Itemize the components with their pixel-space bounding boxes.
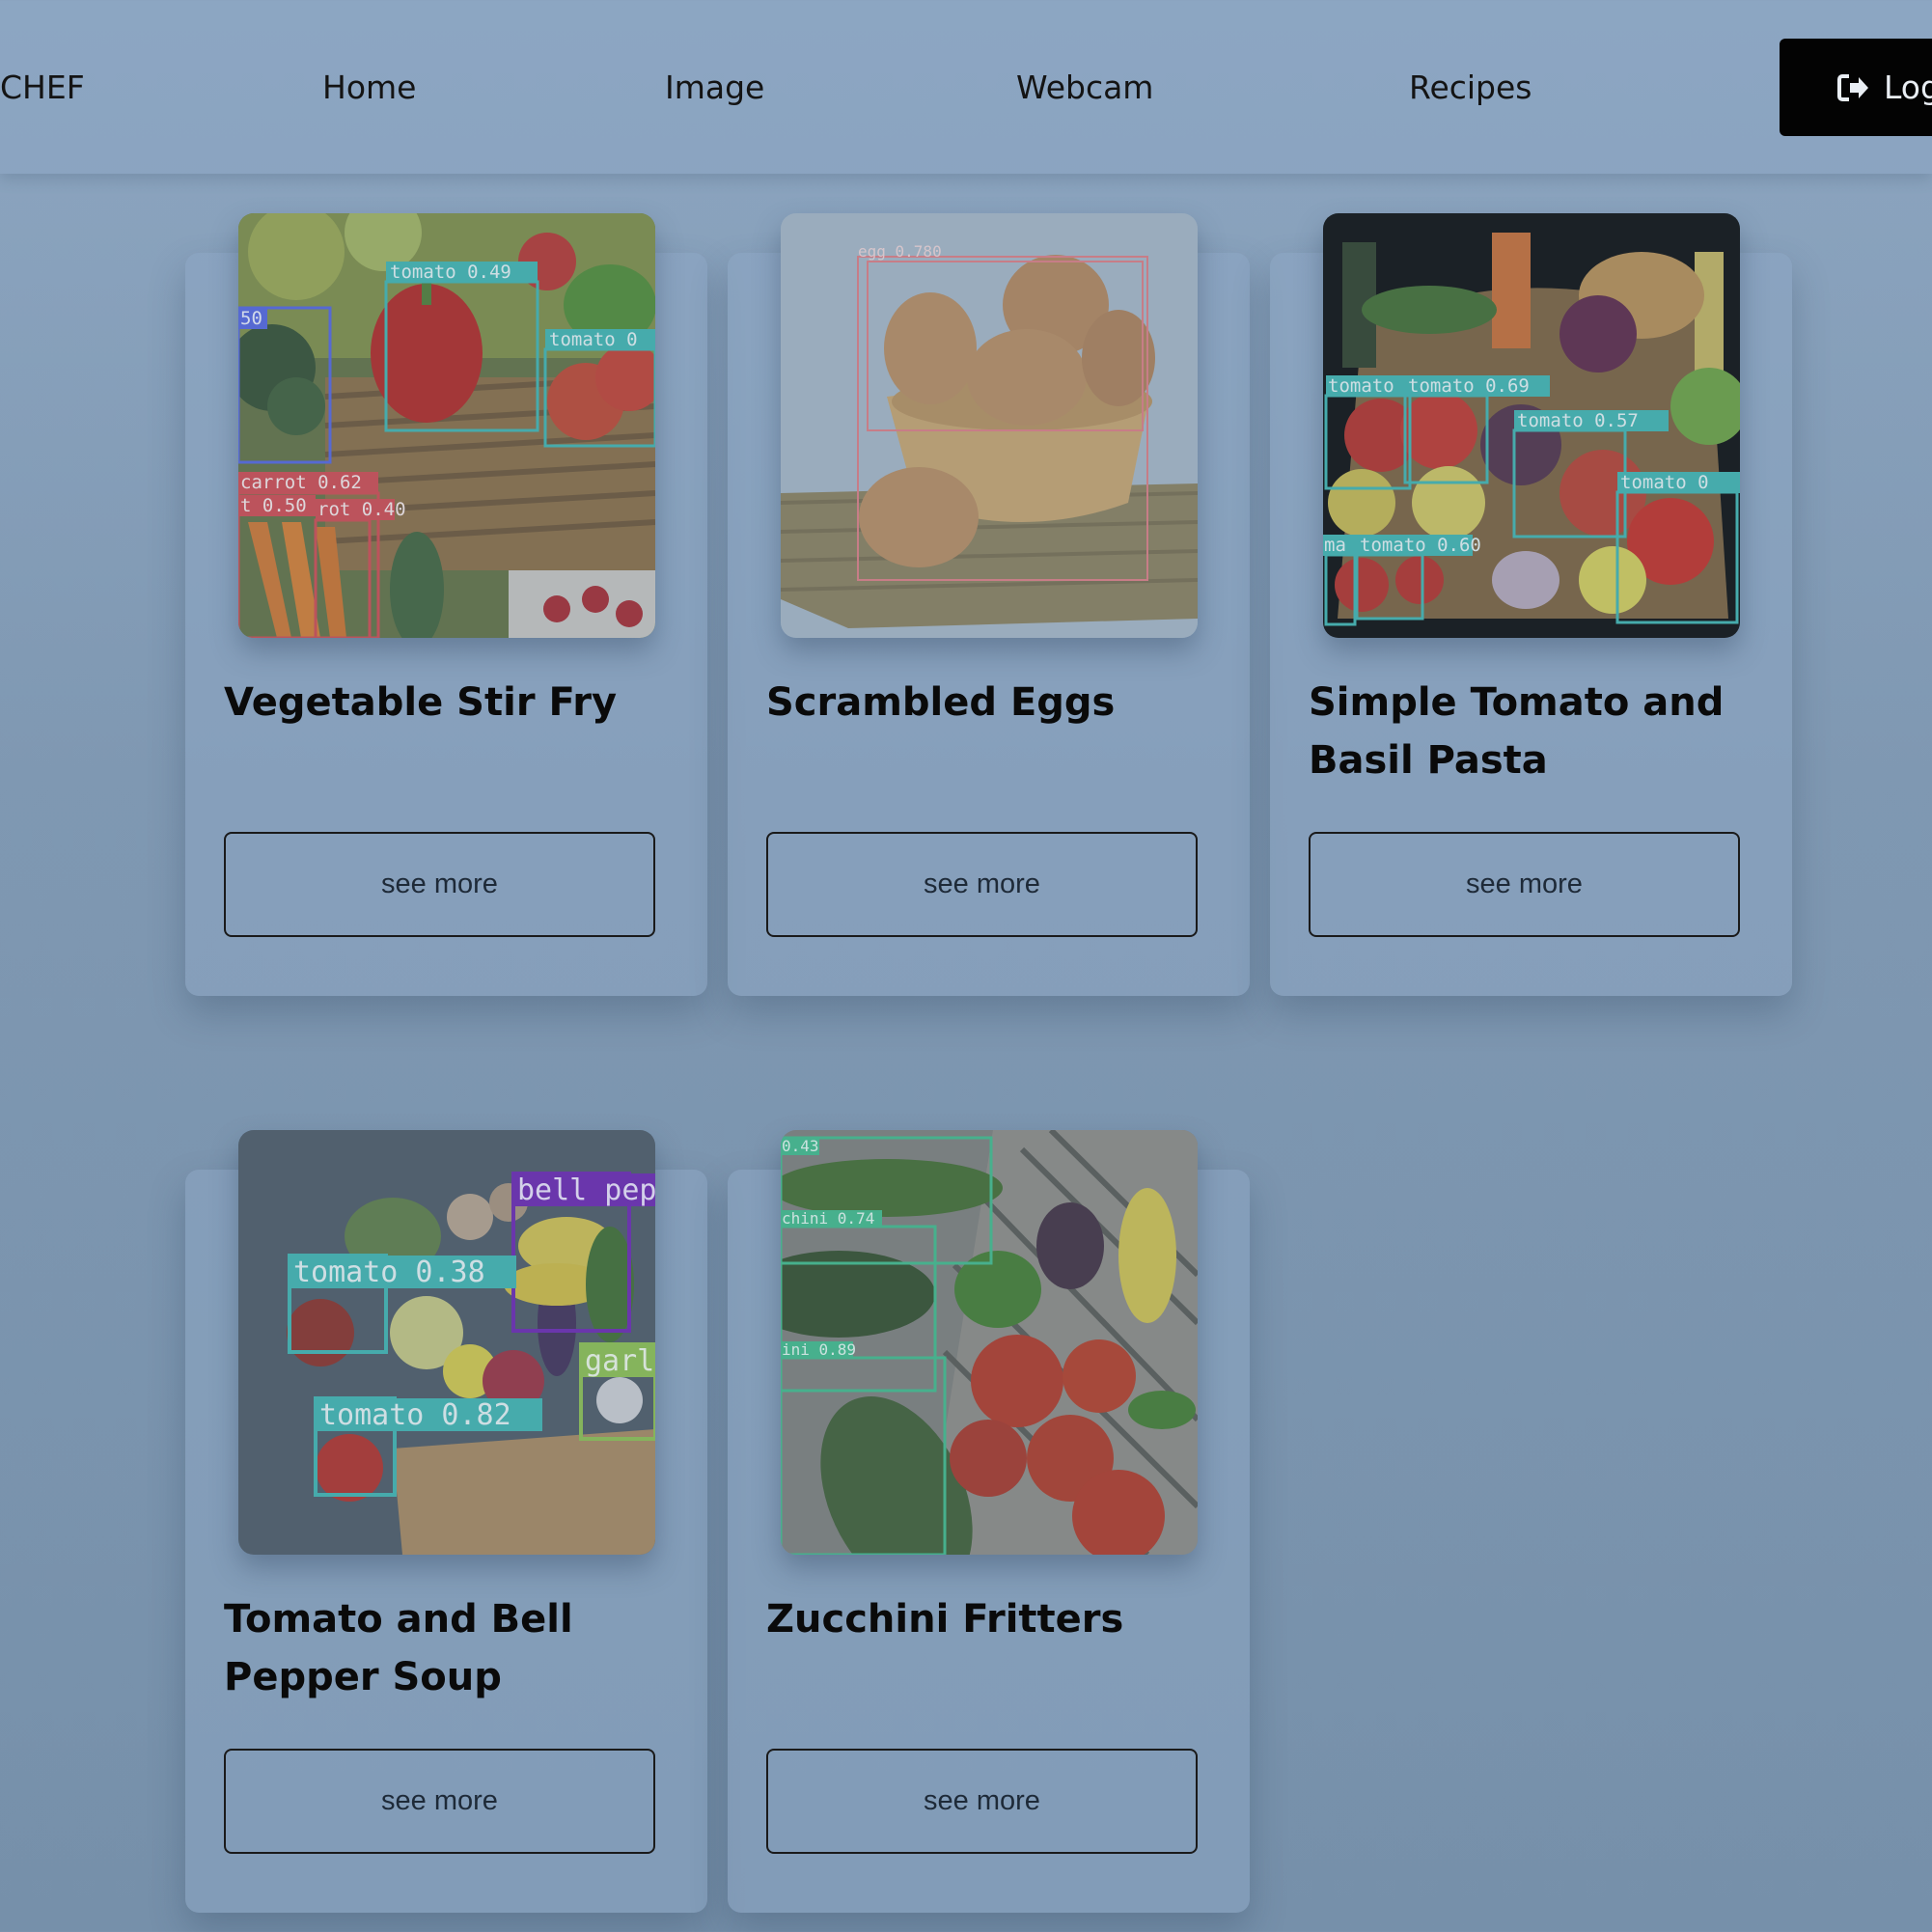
recipe-card: tomato 0.49 50 tomato 0 carrot 0.62 t 0.…	[185, 213, 707, 996]
detection-image: egg 0.780	[781, 213, 1198, 638]
see-more-button[interactable]: see more	[766, 832, 1198, 937]
detection-image: 0.43 chini 0.74 ini 0.89	[781, 1130, 1198, 1555]
detection-image: tomato 0.49 50 tomato 0 carrot 0.62 t 0.…	[238, 213, 655, 638]
nav-image[interactable]: Image	[665, 0, 764, 174]
recipe-title: Vegetable Stir Fry	[224, 680, 618, 725]
recipe-image: egg 0.780	[781, 213, 1198, 638]
recipe-image: bell pep tomato 0.38 garl tomato 0.82	[238, 1130, 655, 1555]
recipe-title: Tomato and Bell Pepper Soup	[224, 1597, 573, 1699]
logout-button[interactable]: Log	[1780, 39, 1932, 136]
recipe-image: tomato tomato 0.69 tomato 0.57 tomato 0 …	[1323, 213, 1740, 638]
see-more-button[interactable]: see more	[1309, 832, 1740, 937]
nav-home[interactable]: Home	[322, 0, 416, 174]
see-more-button[interactable]: see more	[224, 832, 655, 937]
recipe-card: bell pep tomato 0.38 garl tomato 0.82 To…	[185, 1130, 707, 1913]
recipe-card: 0.43 chini 0.74 ini 0.89 Zucchini Fritte…	[728, 1130, 1250, 1913]
nav-recipes[interactable]: Recipes	[1409, 0, 1532, 174]
recipe-title: Simple Tomato and Basil Pasta	[1309, 680, 1725, 783]
recipe-title: Scrambled Eggs	[766, 680, 1116, 725]
recipe-card: egg 0.780 Scrambled Eggs see more	[728, 213, 1250, 996]
recipe-title: Zucchini Fritters	[766, 1597, 1124, 1642]
recipe-image: tomato 0.49 50 tomato 0 carrot 0.62 t 0.…	[238, 213, 655, 638]
sign-out-icon	[1837, 73, 1868, 101]
logout-label: Log	[1884, 69, 1932, 106]
see-more-button[interactable]: see more	[224, 1749, 655, 1854]
detection-image: tomato tomato 0.69 tomato 0.57 tomato 0 …	[1323, 213, 1740, 638]
top-navbar: CHEF Home Image Webcam Recipes Log	[0, 0, 1932, 174]
nav-webcam[interactable]: Webcam	[1016, 0, 1153, 174]
recipe-image: 0.43 chini 0.74 ini 0.89	[781, 1130, 1198, 1555]
brand-logo[interactable]: CHEF	[0, 0, 85, 174]
detection-image: bell pep tomato 0.38 garl tomato 0.82	[238, 1130, 655, 1555]
see-more-button[interactable]: see more	[766, 1749, 1198, 1854]
recipe-card: tomato tomato 0.69 tomato 0.57 tomato 0 …	[1270, 213, 1792, 996]
